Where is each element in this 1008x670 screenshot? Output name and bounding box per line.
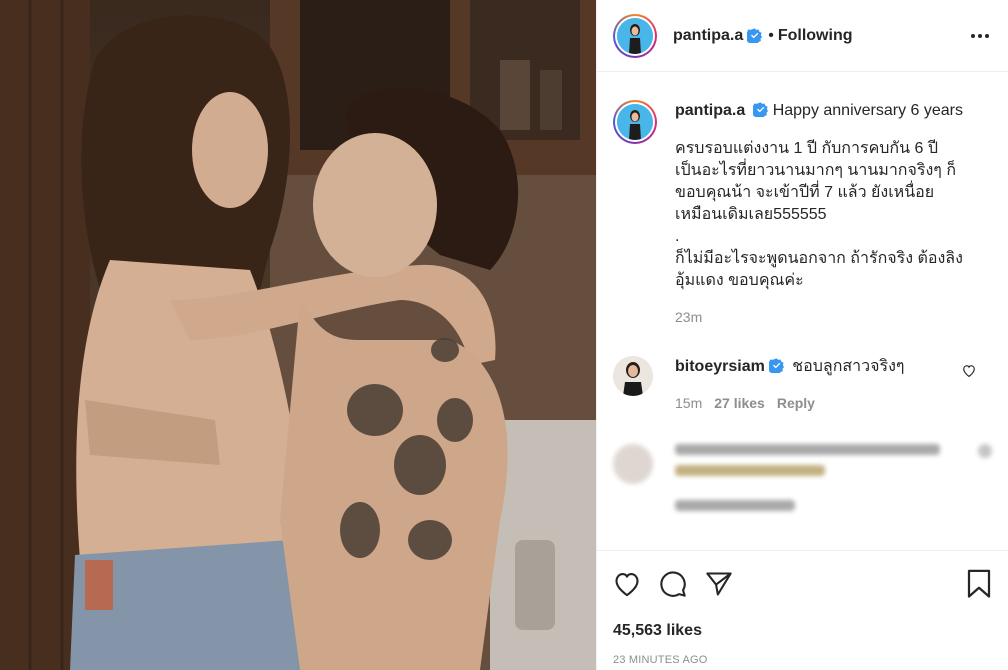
share-paper-plane-icon[interactable]: [705, 571, 733, 602]
comment-reply-button[interactable]: Reply: [777, 392, 815, 414]
avatar-frame: [615, 15, 655, 56]
bookmark-icon[interactable]: [966, 569, 992, 604]
comment-time[interactable]: 15m: [675, 392, 702, 414]
post-side-panel: pantipa.a • Following pantipa.a Happy an…: [596, 0, 1008, 670]
comment-meta: 15m 27 likes Reply: [675, 392, 905, 414]
avatar-image: [617, 17, 653, 54]
more-dots-icon[interactable]: [968, 24, 992, 48]
caption: pantipa.a Happy anniversary 6 years ครบร…: [613, 100, 992, 328]
comment-avatar[interactable]: [613, 356, 653, 396]
header-username[interactable]: pantipa.a: [673, 27, 743, 45]
like-heart-icon[interactable]: [613, 571, 641, 602]
comment-likes[interactable]: 27 likes: [714, 392, 765, 414]
verified-badge-icon: [747, 28, 763, 43]
caption-dot: .: [675, 228, 680, 245]
avatar-image: [617, 104, 653, 140]
caption-username[interactable]: pantipa.a: [675, 102, 745, 119]
comment-body: bitoeyrsiam ชอบลูกสาวจริงๆ 15m 27 likes …: [675, 356, 905, 414]
verified-badge-icon: [768, 358, 784, 373]
author-avatar[interactable]: [613, 13, 657, 58]
caption-paragraph-1: ครบรอบแต่งงาน 1 ปี กับการคบกัน 6 ปี เป็น…: [675, 140, 956, 223]
comment-text: ชอบลูกสาวจริงๆ: [792, 358, 905, 375]
header-user-block: pantipa.a • Following: [673, 27, 853, 45]
likes-count[interactable]: 45,563 likes: [613, 622, 992, 640]
post-image: [0, 0, 596, 670]
following-button[interactable]: Following: [778, 27, 853, 45]
comment-item: bitoeyrsiam ชอบลูกสาวจริงๆ 15m 27 likes …: [613, 356, 992, 414]
post-timestamp[interactable]: 23 MINUTES AGO: [613, 654, 992, 666]
action-bar: [613, 569, 992, 604]
comment-like-heart-icon[interactable]: [962, 364, 976, 382]
blurred-comment-text: [675, 444, 945, 486]
caption-body: pantipa.a Happy anniversary 6 years ครบร…: [675, 100, 975, 328]
comments-section[interactable]: pantipa.a Happy anniversary 6 years ครบร…: [597, 72, 1008, 550]
blurred-comment-partial: [613, 500, 992, 521]
comment-bubble-icon[interactable]: [659, 570, 687, 603]
comment-username[interactable]: bitoeyrsiam: [675, 358, 765, 375]
blurred-comment: [613, 444, 992, 486]
post-photo[interactable]: [0, 0, 596, 670]
post-actions: 45,563 likes 23 MINUTES AGO: [597, 550, 1008, 670]
caption-paragraph-2: ก็ไม่มีอะไรจะพูดนอกจาก ถ้ารักจริง ต้องลิ…: [675, 250, 963, 289]
header-separator: •: [768, 26, 774, 44]
caption-avatar[interactable]: [613, 100, 657, 144]
caption-title: Happy anniversary 6 years: [772, 102, 963, 119]
avatar-frame: [615, 102, 655, 142]
blurred-avatar: [613, 444, 653, 484]
verified-badge-icon: [753, 102, 769, 117]
caption-first-line: pantipa.a Happy anniversary 6 years: [675, 100, 975, 122]
caption-time[interactable]: 23m: [675, 306, 975, 328]
blurred-heart-icon: [978, 444, 992, 458]
post-header: pantipa.a • Following: [597, 0, 1008, 72]
